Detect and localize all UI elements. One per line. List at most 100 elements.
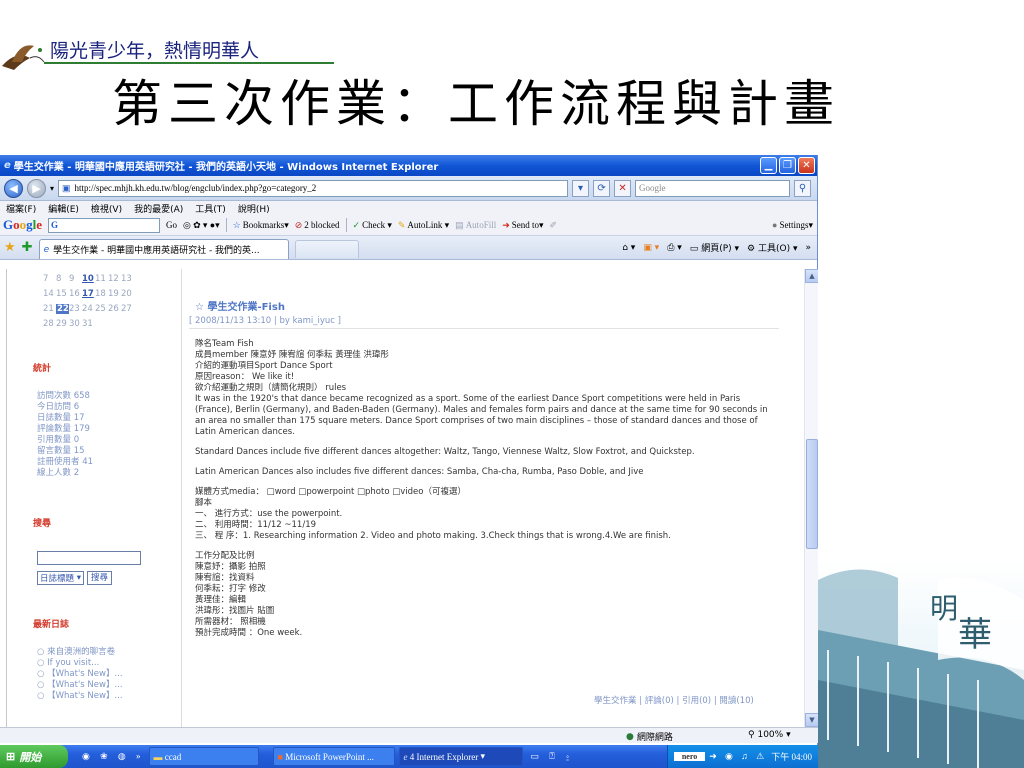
wand-icon: ✎ <box>397 219 406 230</box>
autofill-button[interactable]: ▤ AutoFill <box>455 220 496 231</box>
scroll-down-icon[interactable]: ▼ <box>805 713 818 727</box>
chevron-down-icon: ▾ <box>480 751 486 761</box>
sidebar-search-button[interactable]: 搜尋 <box>87 571 113 585</box>
url-text: http://spec.mhjh.kh.edu.tw/blog/engclub/… <box>74 183 317 193</box>
block-icon: ⊘ <box>294 219 303 230</box>
quicklaunch-icons[interactable]: ◉ ❀ ◍ » <box>82 751 145 762</box>
page-menu-button[interactable]: ▭ 網頁(P) ▾ <box>690 241 739 254</box>
favorites-star-icon[interactable]: ★ <box>4 240 16 255</box>
bookmarks-button[interactable]: ☆ Bookmarks▾ <box>233 220 289 231</box>
command-bar: ⌂ ▾ ▣ ▾ ⎙ ▾ ▭ 網頁(P) ▾ ⚙ 工具(O) ▾ » <box>622 241 817 255</box>
recent-item[interactable]: 來自澳洲的聊言卷 <box>37 647 123 658</box>
menu-view[interactable]: 檢視(V) <box>91 202 122 215</box>
chevron-down-icon: ▾ <box>786 730 791 740</box>
url-dropdown-button[interactable]: ▾ <box>572 179 590 197</box>
security-zone[interactable]: ● 網際網路 <box>626 730 673 744</box>
scroll-thumb[interactable] <box>806 439 818 549</box>
restore-button[interactable]: ❐ <box>779 157 796 174</box>
refresh-button[interactable]: ⟳ <box>593 179 611 197</box>
calendar-day-link[interactable]: 17 <box>82 289 95 299</box>
calendar-row: 21 22 23 24 25 26 27 <box>43 303 132 314</box>
home-icon[interactable]: ⌂ ▾ <box>622 243 635 253</box>
menu-edit[interactable]: 編輯(E) <box>48 202 79 215</box>
tray-icons[interactable]: ➜ ◉ ♫ ⚠ <box>709 751 767 762</box>
spellcheck-button[interactable]: ✓ Check ▾ <box>353 220 392 231</box>
close-button[interactable]: ✕ <box>798 157 815 174</box>
menu-help[interactable]: 說明(H) <box>238 202 270 215</box>
post-line: 洪瑋彤：找圖片 貼圖 <box>195 606 275 616</box>
page-content: 7 8 9 10 11 12 13 14 15 16 17 18 19 20 21 22 23 24 25 26 2… <box>0 269 818 727</box>
google-search-input[interactable]: G <box>48 217 161 233</box>
calendar-today[interactable]: 22 <box>56 303 69 314</box>
search-input[interactable]: Google <box>635 179 791 197</box>
chevron-more-icon[interactable]: » <box>805 243 811 253</box>
divider <box>225 218 227 232</box>
scroll-up-icon[interactable]: ▲ <box>805 269 818 283</box>
taskbar-item-folder[interactable]: ▬ ccad <box>148 747 259 766</box>
send-to-button[interactable]: ➜ Send to▾ <box>502 220 543 231</box>
recent-item[interactable]: 【What's New】... <box>37 691 122 702</box>
add-favorites-icon[interactable]: ✚ <box>22 240 33 255</box>
search-type-select[interactable]: 日誌標題 ▾ <box>37 571 84 585</box>
ie-page-icon: e <box>43 244 50 255</box>
recent-list: 來自澳洲的聊言卷 If you visit... 【What's New】...… <box>37 647 123 702</box>
tools-menu-button[interactable]: ⚙ 工具(O) ▾ <box>747 241 797 254</box>
post-line: 原因reason： We like it! <box>195 372 295 382</box>
menu-tools[interactable]: 工具(T) <box>195 202 226 215</box>
calendar-day-link[interactable]: 10 <box>82 274 95 284</box>
vertical-scrollbar[interactable]: ▲ ▼ <box>804 269 818 727</box>
page-menu-icon: ▭ <box>689 244 699 254</box>
stop-button[interactable]: ✕ <box>614 179 632 197</box>
send-icon: ➜ <box>502 219 510 230</box>
zoom-icon: ⚲ <box>748 730 755 740</box>
autolink-button[interactable]: ✎ AutoLink ▾ <box>398 220 449 231</box>
post-line: 黃理佳：編輯 <box>195 595 247 605</box>
recent-item[interactable]: 【What's New】... <box>37 680 122 691</box>
window-titlebar[interactable]: e 學生交作業 - 明華國中應用英語研究社 - 我們的英語小天地 - Windo… <box>0 155 817 176</box>
search-icon[interactable]: ⚲ <box>794 179 812 197</box>
menu-file[interactable]: 檔案(F) <box>6 202 36 215</box>
taskbar-item-powerpoint[interactable]: ■ Microsoft PowerPoint ... <box>272 747 395 766</box>
star-icon: ☆ <box>232 219 241 230</box>
window-controls: ▁ ❐ ✕ <box>760 157 815 174</box>
post-line: 二、 利用時間：11/12 ~11/19 <box>195 520 317 530</box>
address-bar: ◀ ▶ ▾ ▣ http://spec.mhjh.kh.edu.tw/blog/… <box>0 176 817 201</box>
chevron-down-icon[interactable]: ▾ <box>50 184 54 193</box>
settings-button[interactable]: ● Settings▾ <box>772 220 817 231</box>
tab-active[interactable]: e 學生交作業 - 明華國中應用英語研究社 - 我們的英... <box>38 239 289 259</box>
tray-extra-icons[interactable]: ▭ ⍰ ⍛ <box>531 751 575 762</box>
calendar-row: 7 8 9 10 11 12 13 <box>43 273 132 284</box>
post-line: 陳宥諠：找資料 <box>195 573 255 583</box>
sidebar-search-input[interactable] <box>37 551 141 565</box>
rss-icon[interactable]: ▣ ▾ <box>643 243 659 253</box>
popup-blocked-button[interactable]: ⊘ 2 blocked <box>295 220 340 231</box>
gear-icon: ⚙ <box>747 244 756 254</box>
stat-item: 評論數量 179 <box>37 424 90 434</box>
zoom-control[interactable]: ⚲ 100% ▾ <box>748 730 791 740</box>
recent-item[interactable]: 【What's New】... <box>37 669 122 680</box>
post-line: 工作分配及比例 <box>195 551 255 561</box>
menu-favorites[interactable]: 我的最愛(A) <box>134 202 183 215</box>
post-line: 何季耘：打字 修改 <box>195 584 266 594</box>
print-icon[interactable]: ⎙ ▾ <box>667 243 682 253</box>
stats-title: 統計 <box>33 364 52 374</box>
post-line: 欲介紹運動之規則（請簡化規則） rules <box>195 383 347 393</box>
globe-icon: ● <box>626 731 634 742</box>
back-button[interactable]: ◀ <box>4 178 23 198</box>
tab-label: 學生交作業 - 明華國中應用英語研究社 - 我們的英... <box>53 246 260 256</box>
taskbar-item-ie[interactable]: e 4 Internet Explorer ▾ <box>398 747 523 766</box>
deco-char-hua: 華 <box>958 615 992 655</box>
forward-button[interactable]: ▶ <box>27 178 46 198</box>
gtb-icons[interactable]: ◎ ✿ ▾ ●▾ <box>183 220 220 231</box>
recent-item[interactable]: If you visit... <box>37 658 123 669</box>
google-go-button[interactable]: Go <box>166 220 177 230</box>
divider <box>345 218 347 232</box>
post-title[interactable]: ☆ 學生交作業-Fish <box>195 298 285 313</box>
search-controls: 日誌標題 ▾ 搜尋 <box>37 571 113 585</box>
minimize-button[interactable]: ▁ <box>760 157 777 174</box>
post-footer-links[interactable]: 學生交作業 | 評論(0) | 引用(0) | 閱讀(10) <box>594 694 754 706</box>
pencil-icon[interactable]: ✐ <box>550 220 558 231</box>
new-tab-button[interactable] <box>294 240 359 258</box>
start-button[interactable]: ⊞ 開始 <box>0 745 68 768</box>
url-input[interactable]: ▣ http://spec.mhjh.kh.edu.tw/blog/engclu… <box>58 179 569 197</box>
